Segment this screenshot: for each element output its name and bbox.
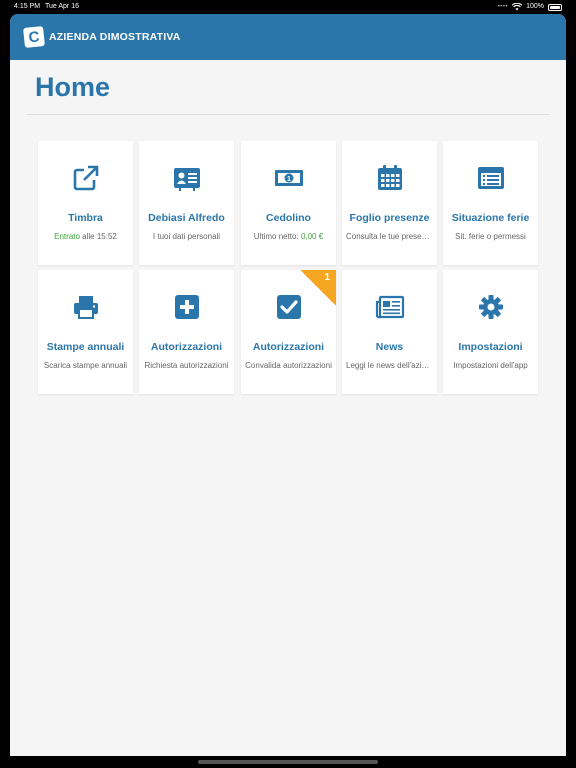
tile-title: Cedolino bbox=[266, 212, 311, 224]
tile-title: Foglio presenze bbox=[349, 212, 430, 224]
tile-convalida-autorizzazioni[interactable]: 1 Autorizzazioni Convalida autorizzazion… bbox=[241, 270, 336, 394]
tile-title: Stampe annuali bbox=[46, 341, 125, 353]
external-link-icon bbox=[38, 163, 133, 193]
status-time: 4:15 PM bbox=[14, 3, 41, 10]
signal-dots-icon: •••• bbox=[497, 4, 509, 10]
tile-profile[interactable]: Debiasi Alfredo I tuoi dati personali bbox=[139, 141, 234, 265]
app-window: C AZIENDA DIMOSTRATIVA Home Timbra Entra… bbox=[10, 14, 566, 756]
tile-subtitle: I tuoi dati personali bbox=[152, 232, 221, 241]
tile-subtitle: Richiesta autorizzazioni bbox=[144, 361, 229, 370]
tile-title: Impostazioni bbox=[458, 341, 523, 353]
tile-stampe-annuali[interactable]: Stampe annuali Scarica stampe annuali bbox=[38, 270, 133, 394]
tile-foglio-presenze[interactable]: Foglio presenze Consulta le tue presenze bbox=[342, 141, 437, 265]
tile-cedolino[interactable]: 1 Cedolino Ultimo netto: 0,00 € bbox=[241, 141, 336, 265]
tile-title: Autorizzazioni bbox=[150, 341, 223, 353]
navbar: C AZIENDA DIMOSTRATIVA bbox=[10, 14, 566, 60]
tile-situazione-ferie[interactable]: Situazione ferie Sit. ferie o permessi bbox=[443, 141, 538, 265]
tile-subtitle: Scarica stampe annuali bbox=[43, 361, 128, 370]
newspaper-icon bbox=[342, 292, 437, 322]
battery-icon bbox=[548, 3, 562, 11]
badge-count: 1 bbox=[324, 272, 330, 283]
calendar-icon bbox=[342, 163, 437, 193]
printer-icon bbox=[38, 292, 133, 322]
net-pay-value: 0,00 € bbox=[300, 232, 324, 241]
company-logo[interactable]: C bbox=[23, 26, 45, 48]
tile-impostazioni[interactable]: Impostazioni Impostazioni dell'app bbox=[443, 270, 538, 394]
tile-subtitle: Consulta le tue presenze bbox=[346, 232, 433, 241]
tile-timbra[interactable]: Timbra Entrato alle 15:52 bbox=[38, 141, 133, 265]
status-bar: 4:15 PM Tue Apr 16 •••• 100% bbox=[0, 0, 576, 14]
tile-subtitle: Ultimo netto: 0,00 € bbox=[245, 232, 332, 241]
tile-richiesta-autorizzazioni[interactable]: Autorizzazioni Richiesta autorizzazioni bbox=[139, 270, 234, 394]
net-pay-label: Ultimo netto: bbox=[253, 232, 301, 241]
page-title: Home bbox=[35, 72, 111, 102]
status-date: Tue Apr 16 bbox=[45, 3, 79, 10]
clock-in-time: alle 15:52 bbox=[79, 232, 117, 241]
gear-icon bbox=[443, 292, 538, 322]
company-name: AZIENDA DIMOSTRATIVA bbox=[49, 31, 181, 43]
tile-title: Timbra bbox=[68, 212, 103, 224]
tile-subtitle: Sit. ferie o permessi bbox=[455, 232, 526, 241]
list-window-icon bbox=[443, 163, 538, 193]
logo-letter: C bbox=[27, 27, 41, 47]
tile-title: Situazione ferie bbox=[451, 212, 530, 224]
status-indicators: •••• 100% bbox=[498, 0, 562, 14]
tile-title: News bbox=[375, 341, 404, 353]
wifi-icon bbox=[512, 3, 523, 11]
tile-title: Debiasi Alfredo bbox=[148, 212, 225, 224]
tile-title: Autorizzazioni bbox=[252, 341, 325, 353]
divider bbox=[27, 114, 549, 115]
home-indicator[interactable] bbox=[198, 760, 378, 764]
clock-in-status: Entrato bbox=[54, 232, 80, 241]
tile-subtitle: Entrato alle 15:52 bbox=[42, 232, 129, 241]
tile-subtitle: Leggi le news dell'azienda bbox=[346, 361, 433, 370]
id-card-icon bbox=[139, 163, 234, 193]
plus-square-icon bbox=[139, 292, 234, 322]
tile-subtitle: Convalida autorizzazioni bbox=[245, 361, 332, 370]
svg-text:1: 1 bbox=[287, 176, 291, 183]
money-bill-icon: 1 bbox=[241, 163, 336, 193]
battery-percent: 100% bbox=[526, 3, 544, 10]
tile-subtitle: Impostazioni dell'app bbox=[453, 361, 528, 370]
tile-news[interactable]: News Leggi le news dell'azienda bbox=[342, 270, 437, 394]
check-square-icon bbox=[241, 292, 336, 322]
